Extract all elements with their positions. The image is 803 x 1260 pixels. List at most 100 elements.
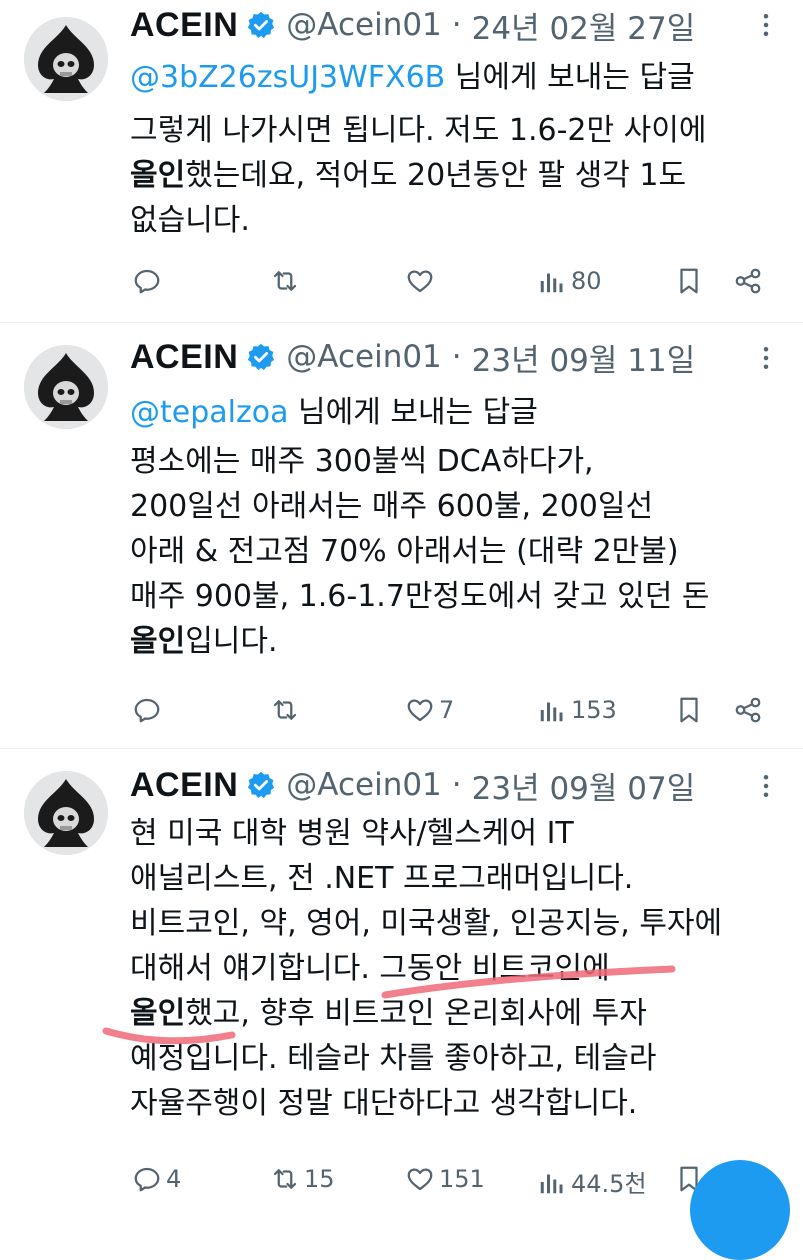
tweet-text: 그렇게 나가시면 됩니다. 저도 1.6-2만 사이에 올인했는데요, 적어도 …	[130, 108, 780, 243]
username-handle[interactable]: @Acein01	[286, 339, 441, 375]
username-handle[interactable]: @Acein01	[286, 767, 441, 803]
tweet-text-line: 아래 & 전고점 70% 아래서는 (대략 2만불)	[130, 534, 679, 569]
views-button[interactable]: 153	[537, 695, 617, 725]
action-bar: 4 15 151 44.5천	[0, 1164, 803, 1204]
tweet-header: ACEIN @Acein01 · 24년 02월 27일	[130, 3, 695, 47]
tweet-text-line: 매주 900불, 1.6-1.7만정도에서 갖고 있던 돈	[130, 579, 710, 614]
tweet-2[interactable]: ACEIN @Acein01 · 23년 09월 11일 @tepalzoa 님…	[0, 323, 803, 747]
views-bar-chart-icon	[537, 1167, 567, 1197]
verified-badge-icon[interactable]	[246, 342, 276, 372]
tweet-text-fragment: 입니다.	[185, 624, 278, 659]
reply-button[interactable]: 4	[132, 1164, 181, 1194]
tweet-text-line: 비트코인, 약, 영어, 미국생활, 인공지능, 투자에	[130, 906, 723, 941]
more-options-icon[interactable]	[751, 10, 781, 40]
retweet-button[interactable]	[270, 266, 304, 296]
heart-icon	[405, 266, 435, 296]
views-bar-chart-icon	[537, 266, 567, 296]
tweet-date[interactable]: 24년 02월 27일	[472, 3, 696, 48]
views-count: 44.5천	[571, 1170, 647, 1198]
bookmark-button[interactable]	[674, 266, 704, 296]
tweet-text: 평소에는 매주 300불씩 DCA하다가, 200일선 아래서는 매주 600불…	[130, 439, 780, 664]
skull-spade-avatar-icon	[24, 771, 108, 855]
views-bar-chart-icon	[537, 695, 567, 725]
tweet-text-line: 예정입니다. 테슬라 차를 좋아하고, 테슬라	[130, 1041, 657, 1076]
tweet-header: ACEIN @Acein01 · 23년 09월 07일	[130, 763, 695, 807]
tweet-text-line: 올인입니다.	[130, 619, 780, 664]
reply-mention-link[interactable]: @3bZ26zsUJ3WFX6B	[130, 60, 445, 95]
share-icon	[733, 695, 763, 725]
tweet-text: 현 미국 대학 병원 약사/헬스케어 IT 애널리스트, 전 .NET 프로그래…	[130, 811, 780, 1126]
avatar[interactable]	[24, 345, 108, 429]
tweet-1[interactable]: ACEIN @Acein01 · 24년 02월 27일 @3bZ26zsUJ3…	[0, 0, 803, 322]
views-button[interactable]: 80	[537, 266, 602, 296]
verified-badge-icon[interactable]	[246, 10, 276, 40]
reply-to-suffix: 님에게 보내는 답글	[288, 395, 538, 430]
tweet-3[interactable]: ACEIN @Acein01 · 23년 09월 07일 현 미국 대학 병원 …	[0, 749, 803, 1200]
retweet-icon	[270, 1164, 300, 1194]
tweet-text-line: 200일선 아래서는 매주 600불, 200일선	[130, 489, 654, 524]
tweet-text-line: 올인했는데요, 적어도 20년동안 팔 생각 1도	[130, 153, 780, 198]
separator-dot: ·	[451, 339, 462, 375]
reply-icon	[132, 695, 162, 725]
verified-badge-icon[interactable]	[246, 770, 276, 800]
bookmark-icon	[674, 695, 704, 725]
share-icon	[733, 266, 763, 296]
action-bar: 80	[0, 266, 803, 306]
separator-dot: ·	[451, 767, 462, 803]
replying-to-line: @3bZ26zsUJ3WFX6B 님에게 보내는 답글	[130, 52, 695, 96]
tweet-text-fragment: 했는데요, 적어도 20년동안 팔 생각 1도	[185, 158, 687, 193]
like-count: 7	[439, 696, 455, 724]
retweet-icon	[270, 266, 300, 296]
tweet-text-line: 없습니다.	[130, 203, 250, 238]
display-name[interactable]: ACEIN	[130, 338, 238, 377]
skull-spade-avatar-icon	[24, 345, 108, 429]
reply-icon	[132, 266, 162, 296]
bold-word: 올인	[130, 158, 186, 193]
retweet-button[interactable]	[270, 695, 304, 725]
replying-to-line: @tepalzoa 님에게 보내는 답글	[130, 387, 538, 431]
tweet-text-line: 평소에는 매주 300불씩 DCA하다가,	[130, 444, 594, 479]
views-count: 153	[571, 696, 617, 724]
share-button[interactable]	[733, 695, 763, 725]
tweet-text-fragment: 했고, 향후 비트코인 온리회사에 투자	[185, 996, 647, 1031]
tweet-text-line: 애널리스트, 전 .NET 프로그래머입니다.	[130, 861, 634, 896]
bookmark-button[interactable]	[674, 695, 704, 725]
heart-icon	[405, 695, 435, 725]
tweet-date[interactable]: 23년 09월 07일	[472, 763, 696, 808]
reply-button[interactable]	[132, 695, 166, 725]
views-count: 80	[571, 267, 602, 295]
bold-word: 올인	[130, 624, 186, 659]
display-name[interactable]: ACEIN	[130, 6, 238, 45]
reply-to-suffix: 님에게 보내는 답글	[445, 60, 695, 95]
like-button[interactable]: 151	[405, 1164, 485, 1194]
share-button[interactable]	[733, 266, 763, 296]
like-count: 151	[439, 1165, 485, 1193]
tweet-text-line: 현 미국 대학 병원 약사/헬스케어 IT	[130, 816, 574, 851]
more-options-icon[interactable]	[751, 343, 781, 373]
like-button[interactable]: 7	[405, 695, 454, 725]
avatar[interactable]	[24, 17, 108, 101]
tweet-text-line: 그렇게 나가시면 됩니다. 저도 1.6-2만 사이에	[130, 113, 707, 148]
tweet-text-line: 대해서 얘기합니다. 그동안 비트코인에	[130, 951, 610, 986]
separator-dot: ·	[451, 7, 462, 43]
retweet-icon	[270, 695, 300, 725]
heart-icon	[405, 1164, 435, 1194]
reply-count: 4	[166, 1165, 182, 1193]
tweet-date[interactable]: 23년 09월 11일	[472, 335, 696, 380]
reply-icon	[132, 1164, 162, 1194]
tweet-text-line: 자율주행이 정말 대단하다고 생각합니다.	[130, 1086, 638, 1121]
username-handle[interactable]: @Acein01	[286, 7, 441, 43]
reply-mention-link[interactable]: @tepalzoa	[130, 395, 288, 430]
retweet-button[interactable]: 15	[270, 1164, 335, 1194]
more-options-icon[interactable]	[751, 771, 781, 801]
reply-button[interactable]	[132, 266, 166, 296]
bookmark-icon	[674, 266, 704, 296]
compose-fab-button[interactable]	[690, 1160, 790, 1260]
bold-word: 올인	[130, 996, 186, 1031]
tweet-header: ACEIN @Acein01 · 23년 09월 11일	[130, 335, 695, 379]
display-name[interactable]: ACEIN	[130, 766, 238, 805]
views-button[interactable]: 44.5천	[537, 1164, 647, 1199]
action-bar: 7 153	[0, 695, 803, 735]
avatar[interactable]	[24, 771, 108, 855]
like-button[interactable]	[405, 266, 439, 296]
